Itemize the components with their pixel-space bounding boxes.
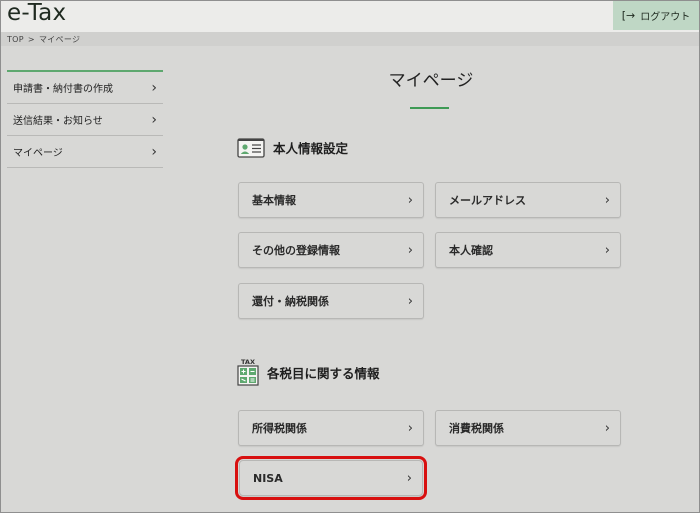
logout-label: ログアウト xyxy=(640,12,691,23)
logout-button[interactable]: [→ ログアウト xyxy=(613,1,699,30)
chevron-right-icon: › xyxy=(406,470,412,486)
breadcrumb-current: マイページ xyxy=(38,35,81,44)
sidebar-item-results[interactable]: 送信結果・お知らせ › xyxy=(7,104,163,136)
etax-logo[interactable]: e-Tax xyxy=(7,1,66,26)
tax-icon-text: TAX xyxy=(241,358,255,366)
card-label: メールアドレス xyxy=(449,194,526,207)
card-label: NISA xyxy=(253,471,283,485)
chevron-right-icon: › xyxy=(151,79,157,96)
chevron-right-icon: › xyxy=(604,192,610,208)
chevron-right-icon: › xyxy=(407,242,413,258)
section-tax-info-header: TAX 各税目に関する情報 xyxy=(237,358,380,386)
chevron-right-icon: › xyxy=(604,242,610,258)
sidebar-item-label: マイページ xyxy=(13,148,63,159)
card-label: 消費税関係 xyxy=(449,422,504,435)
card-income-tax[interactable]: 所得税関係 › xyxy=(238,410,424,446)
breadcrumb-home[interactable]: TOP xyxy=(7,35,24,44)
chevron-right-icon: › xyxy=(604,420,610,436)
breadcrumb: TOP > マイページ xyxy=(7,34,80,45)
card-basic-info[interactable]: 基本情報 › xyxy=(238,182,424,218)
chevron-right-icon: › xyxy=(407,420,413,436)
card-label: 基本情報 xyxy=(252,194,296,207)
card-label: 本人確認 xyxy=(449,244,493,257)
chevron-right-icon: › xyxy=(151,111,157,128)
breadcrumb-separator: > xyxy=(27,35,35,44)
card-label: 所得税関係 xyxy=(252,422,307,435)
page-title: マイページ xyxy=(388,71,474,91)
sidebar-item-label: 送信結果・お知らせ xyxy=(13,116,103,127)
breadcrumb-bar xyxy=(1,32,699,46)
card-email[interactable]: メールアドレス › xyxy=(435,182,621,218)
logout-icon: [→ xyxy=(621,9,636,22)
tax-calculator-icon: TAX xyxy=(237,358,259,386)
section-title: 各税目に関する情報 xyxy=(267,365,380,381)
card-other-registration[interactable]: その他の登録情報 › xyxy=(238,232,424,268)
id-card-icon xyxy=(237,138,265,158)
card-label: その他の登録情報 xyxy=(252,244,340,257)
title-underline xyxy=(410,107,449,109)
card-consumption-tax[interactable]: 消費税関係 › xyxy=(435,410,621,446)
sidebar: 申請書・納付書の作成 › 送信結果・お知らせ › マイページ › xyxy=(7,70,163,168)
chevron-right-icon: › xyxy=(407,192,413,208)
section-title: 本人情報設定 xyxy=(273,140,349,156)
card-label: 還付・納税関係 xyxy=(252,295,329,308)
card-refund-payment[interactable]: 還付・納税関係 › xyxy=(238,283,424,319)
card-nisa[interactable]: NISA › xyxy=(235,456,427,500)
sidebar-item-create-forms[interactable]: 申請書・納付書の作成 › xyxy=(7,72,163,104)
sidebar-item-label: 申請書・納付書の作成 xyxy=(13,84,113,95)
section-personal-info-header: 本人情報設定 xyxy=(237,136,348,158)
chevron-right-icon: › xyxy=(407,293,413,309)
page-frame: e-Tax [→ ログアウト TOP > マイページ 申請書・納付書の作成 › 送信… xyxy=(0,0,700,513)
header: e-Tax [→ ログアウト xyxy=(1,1,699,32)
sidebar-item-mypage[interactable]: マイページ › xyxy=(7,136,163,168)
card-identity-verification[interactable]: 本人確認 › xyxy=(435,232,621,268)
chevron-right-icon: › xyxy=(151,143,157,160)
